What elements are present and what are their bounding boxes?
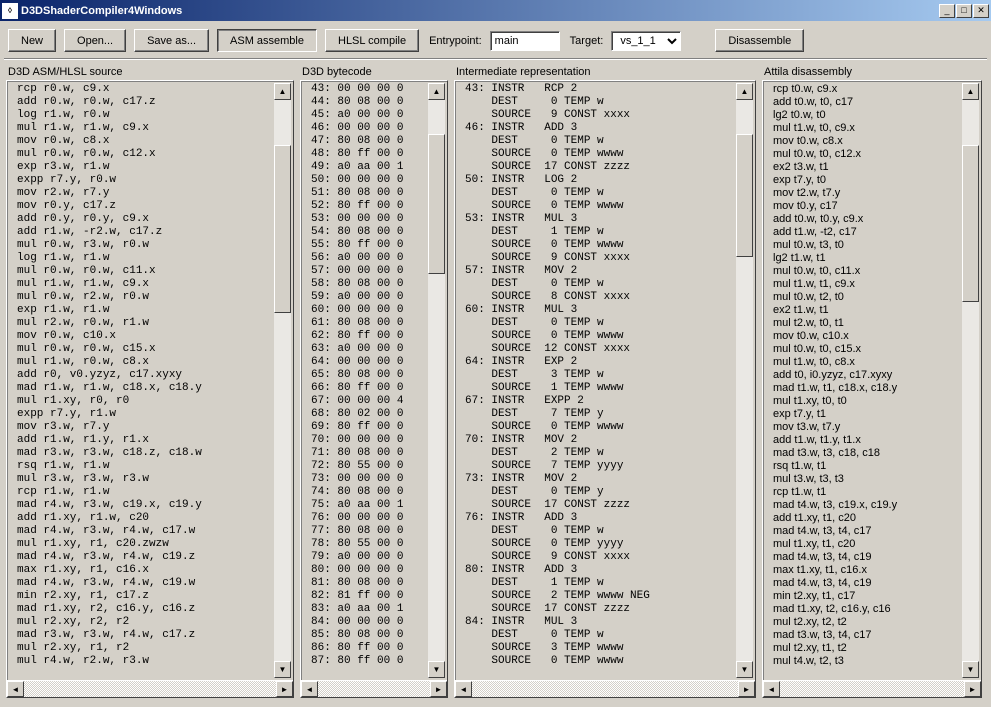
scroll-right-icon[interactable]: ► [738,681,755,697]
scroll-right-icon[interactable]: ► [964,681,981,697]
hlsl-compile-button[interactable]: HLSL compile [325,29,419,52]
panels-row: D3D ASM/HLSL source rcp r0.w, c9.x add r… [0,62,991,704]
maximize-button[interactable]: □ [956,4,972,18]
titlebar: ◊ D3DShaderCompiler4Windows _ □ ✕ [0,0,991,21]
bytecode-panel-label: D3D bytecode [300,66,448,78]
scroll-down-icon[interactable]: ▼ [736,661,753,678]
close-button[interactable]: ✕ [973,4,989,18]
scroll-right-icon[interactable]: ► [430,681,447,697]
attila-hscroll[interactable]: ◄ ► [763,680,981,697]
app-icon: ◊ [2,3,18,19]
bytecode-panel: D3D bytecode 43: 00 00 00 0 44: 80 08 00… [300,66,448,698]
scroll-up-icon[interactable]: ▲ [428,83,445,100]
target-select[interactable]: vs_1_1 [611,31,681,51]
ir-panel: Intermediate representation 43: INSTR RC… [454,66,756,698]
bytecode-hscroll[interactable]: ◄ ► [301,680,447,697]
scroll-down-icon[interactable]: ▼ [274,661,291,678]
scroll-down-icon[interactable]: ▼ [428,661,445,678]
scroll-left-icon[interactable]: ◄ [7,681,24,697]
ir-vscroll[interactable]: ▲ ▼ [736,83,753,678]
save-as-button[interactable]: Save as... [134,29,209,52]
asm-assemble-button[interactable]: ASM assemble [217,29,317,52]
scroll-up-icon[interactable]: ▲ [274,83,291,100]
toolbar: New Open... Save as... ASM assemble HLSL… [0,21,991,56]
asm-hscroll[interactable]: ◄ ► [7,680,293,697]
attila-text[interactable]: rcp t0.w, c9.x add t0.w, t0, c17 lg2 t0.… [763,81,981,680]
asm-panel-label: D3D ASM/HLSL source [6,66,294,78]
asm-panel: D3D ASM/HLSL source rcp r0.w, c9.x add r… [6,66,294,698]
ir-panel-label: Intermediate representation [454,66,756,78]
asm-vscroll[interactable]: ▲ ▼ [274,83,291,678]
scroll-left-icon[interactable]: ◄ [455,681,472,697]
minimize-button[interactable]: _ [939,4,955,18]
scroll-down-icon[interactable]: ▼ [962,661,979,678]
entrypoint-label: Entrypoint: [429,35,482,47]
toolbar-divider [4,58,987,60]
entrypoint-input[interactable] [490,31,560,51]
attila-vscroll[interactable]: ▲ ▼ [962,83,979,678]
open-button[interactable]: Open... [64,29,126,52]
scroll-up-icon[interactable]: ▲ [962,83,979,100]
target-label: Target: [570,35,604,47]
ir-hscroll[interactable]: ◄ ► [455,680,755,697]
asm-source-text[interactable]: rcp r0.w, c9.x add r0.w, r0.w, c17.z log… [7,81,293,680]
scroll-left-icon[interactable]: ◄ [301,681,318,697]
new-button[interactable]: New [8,29,56,52]
bytecode-vscroll[interactable]: ▲ ▼ [428,83,445,678]
attila-panel: Attila disassembly rcp t0.w, c9.x add t0… [762,66,982,698]
attila-panel-label: Attila disassembly [762,66,982,78]
disassemble-button[interactable]: Disassemble [715,29,804,52]
bytecode-text[interactable]: 43: 00 00 00 0 44: 80 08 00 0 45: a0 00 … [301,81,447,680]
scroll-right-icon[interactable]: ► [276,681,293,697]
scroll-up-icon[interactable]: ▲ [736,83,753,100]
ir-text[interactable]: 43: INSTR RCP 2 DEST 0 TEMP w SOURCE 9 C… [455,81,755,680]
window-title: D3DShaderCompiler4Windows [21,5,939,17]
scroll-left-icon[interactable]: ◄ [763,681,780,697]
